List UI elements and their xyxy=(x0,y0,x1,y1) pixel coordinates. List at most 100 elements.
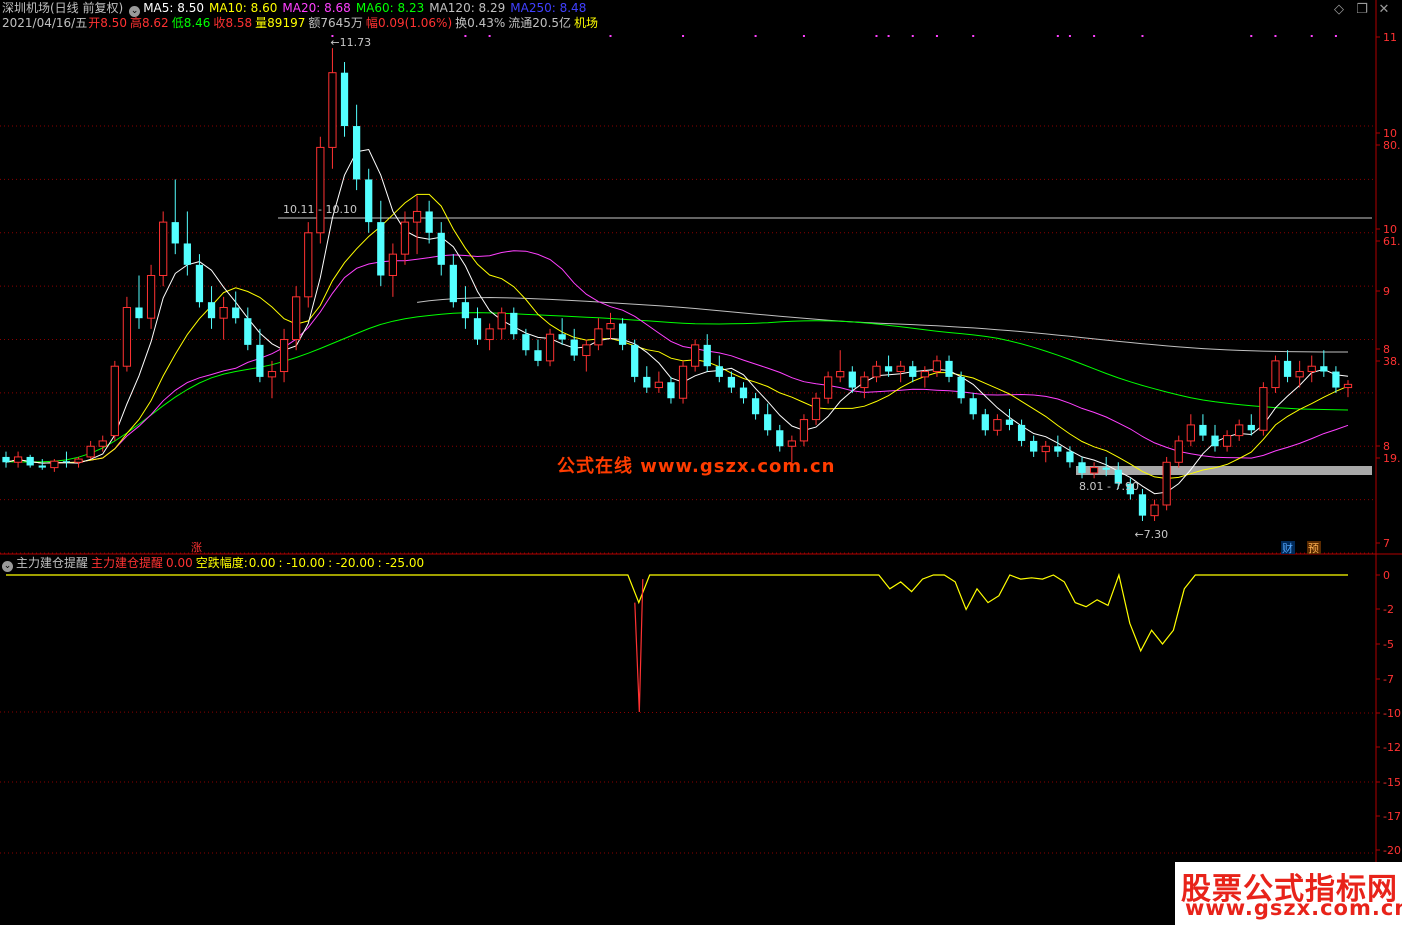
candle-body-down xyxy=(232,307,240,319)
candle-body-up xyxy=(74,458,83,463)
candle-body-down xyxy=(352,126,361,180)
open-value: 8.50 xyxy=(100,16,127,30)
close-icon[interactable]: ✕ xyxy=(1377,3,1391,17)
candle-body-down xyxy=(171,222,179,244)
sub-tick-label: 0 xyxy=(1383,569,1390,582)
candle-body-up xyxy=(1186,424,1195,442)
candle-body-up xyxy=(1271,360,1280,389)
event-marker xyxy=(972,35,975,37)
watermark-corner: 股票公式指标网 www.gszx.com.cn xyxy=(1175,862,1402,925)
price-tick-label: 11 xyxy=(1383,31,1397,44)
candle-body-up xyxy=(932,360,942,373)
candle-body-up xyxy=(485,328,494,341)
candle-body-down xyxy=(631,344,639,377)
candle-body-up xyxy=(582,344,591,357)
close-label: 收 xyxy=(213,16,226,30)
candle-body-up xyxy=(993,419,1002,431)
candle-body-down xyxy=(522,334,530,351)
fall-value: : -25.00 xyxy=(377,556,425,570)
candle-body-up xyxy=(920,371,929,378)
price-tick-label: 7 xyxy=(1383,537,1390,550)
candle-body-down xyxy=(256,344,264,377)
turnover-value: 0.43% xyxy=(467,16,506,30)
candle-body-down xyxy=(2,456,10,463)
sub-tick-label: -7 xyxy=(1383,673,1394,686)
open-label: 开 xyxy=(88,16,101,30)
fall-label: 空跌幅度: xyxy=(195,556,248,570)
candle-body-up xyxy=(811,397,821,421)
candle-body-down xyxy=(207,302,216,319)
event-marker xyxy=(1093,35,1096,37)
candle-body-up xyxy=(545,333,555,362)
candle-body-down xyxy=(1066,451,1074,463)
candle-body-down xyxy=(618,323,627,345)
candle-body-up xyxy=(896,365,905,373)
ma-item: MA250: 8.48 xyxy=(510,1,587,15)
fall-value: : -20.00 xyxy=(328,556,375,570)
event-marker xyxy=(911,35,914,37)
high-value: 8.62 xyxy=(141,16,169,30)
candle-body-down xyxy=(26,456,34,466)
sector-value: 机场 xyxy=(574,16,599,30)
volume-value: 89197 xyxy=(267,16,306,30)
candle-body-up xyxy=(799,419,809,442)
volume-label: 量 xyxy=(255,16,268,30)
candle-body-up xyxy=(678,365,688,399)
candle-body-down xyxy=(776,430,784,447)
indicator-settings-icon[interactable]: ⌄ xyxy=(2,561,13,572)
candle-body-down xyxy=(909,366,917,377)
limit-up-badge: 涨 xyxy=(191,541,202,554)
candle-body-down xyxy=(1320,366,1328,372)
sub-tick-label: -2 xyxy=(1383,603,1394,616)
candle-body-down xyxy=(1005,419,1014,425)
candle-body-down xyxy=(715,366,723,377)
candle-body-down xyxy=(981,414,989,431)
event-marker xyxy=(464,35,467,37)
candle-body-down xyxy=(1138,494,1147,516)
candle-body-up xyxy=(497,312,506,330)
event-marker xyxy=(1250,35,1253,37)
candle-body-down xyxy=(38,465,46,468)
candle-body-up xyxy=(1150,504,1159,517)
sub-tick-label: -10 xyxy=(1383,707,1401,720)
candle-body-up xyxy=(1089,467,1099,474)
candle-body-down xyxy=(727,376,736,388)
maximize-icon[interactable]: ◇ xyxy=(1332,3,1346,17)
candle-body-down xyxy=(1199,424,1207,436)
candle-body-up xyxy=(98,440,107,447)
candle-body-up xyxy=(304,232,313,298)
candle-body-down xyxy=(739,387,748,399)
candle-body-down xyxy=(884,366,893,372)
candle-body-down xyxy=(365,179,373,223)
candle-body-down xyxy=(945,360,953,377)
indicator-line-value: 0.00 xyxy=(166,556,193,570)
candle-body-down xyxy=(667,382,675,399)
candle-body-up xyxy=(1222,435,1232,447)
price-tick-label: 80. xyxy=(1383,139,1401,152)
event-marker xyxy=(1056,35,1059,37)
candle-body-down xyxy=(510,312,518,335)
candle-body-down xyxy=(135,307,143,319)
candle-body-down xyxy=(534,350,542,361)
watermark-corner-url: www.gszx.com.cn xyxy=(1185,896,1402,920)
candle-body-up xyxy=(1235,424,1244,437)
candle-body-up xyxy=(292,296,301,341)
candle-body-down xyxy=(1247,424,1255,431)
low-value: 8.46 xyxy=(183,16,211,30)
restore-icon[interactable]: ❐ xyxy=(1355,3,1369,17)
candle-body-down xyxy=(377,222,385,276)
candle-body-up xyxy=(691,344,700,367)
quote-date: 2021/04/16/五 xyxy=(2,16,88,30)
candle-body-down xyxy=(751,398,760,415)
level2-label: 8.01 - 7.90 xyxy=(1079,480,1139,493)
event-marker xyxy=(488,35,491,37)
candle-body-up xyxy=(836,371,845,378)
event-marker xyxy=(754,35,757,37)
price-tick-label: 61. xyxy=(1383,235,1401,248)
candle-body-up xyxy=(110,365,119,437)
candle-body-up xyxy=(1162,461,1171,506)
candle-body-up xyxy=(594,328,603,346)
candle-body-down xyxy=(1102,467,1110,470)
candle-body-up xyxy=(146,274,156,319)
event-marker xyxy=(682,35,685,37)
